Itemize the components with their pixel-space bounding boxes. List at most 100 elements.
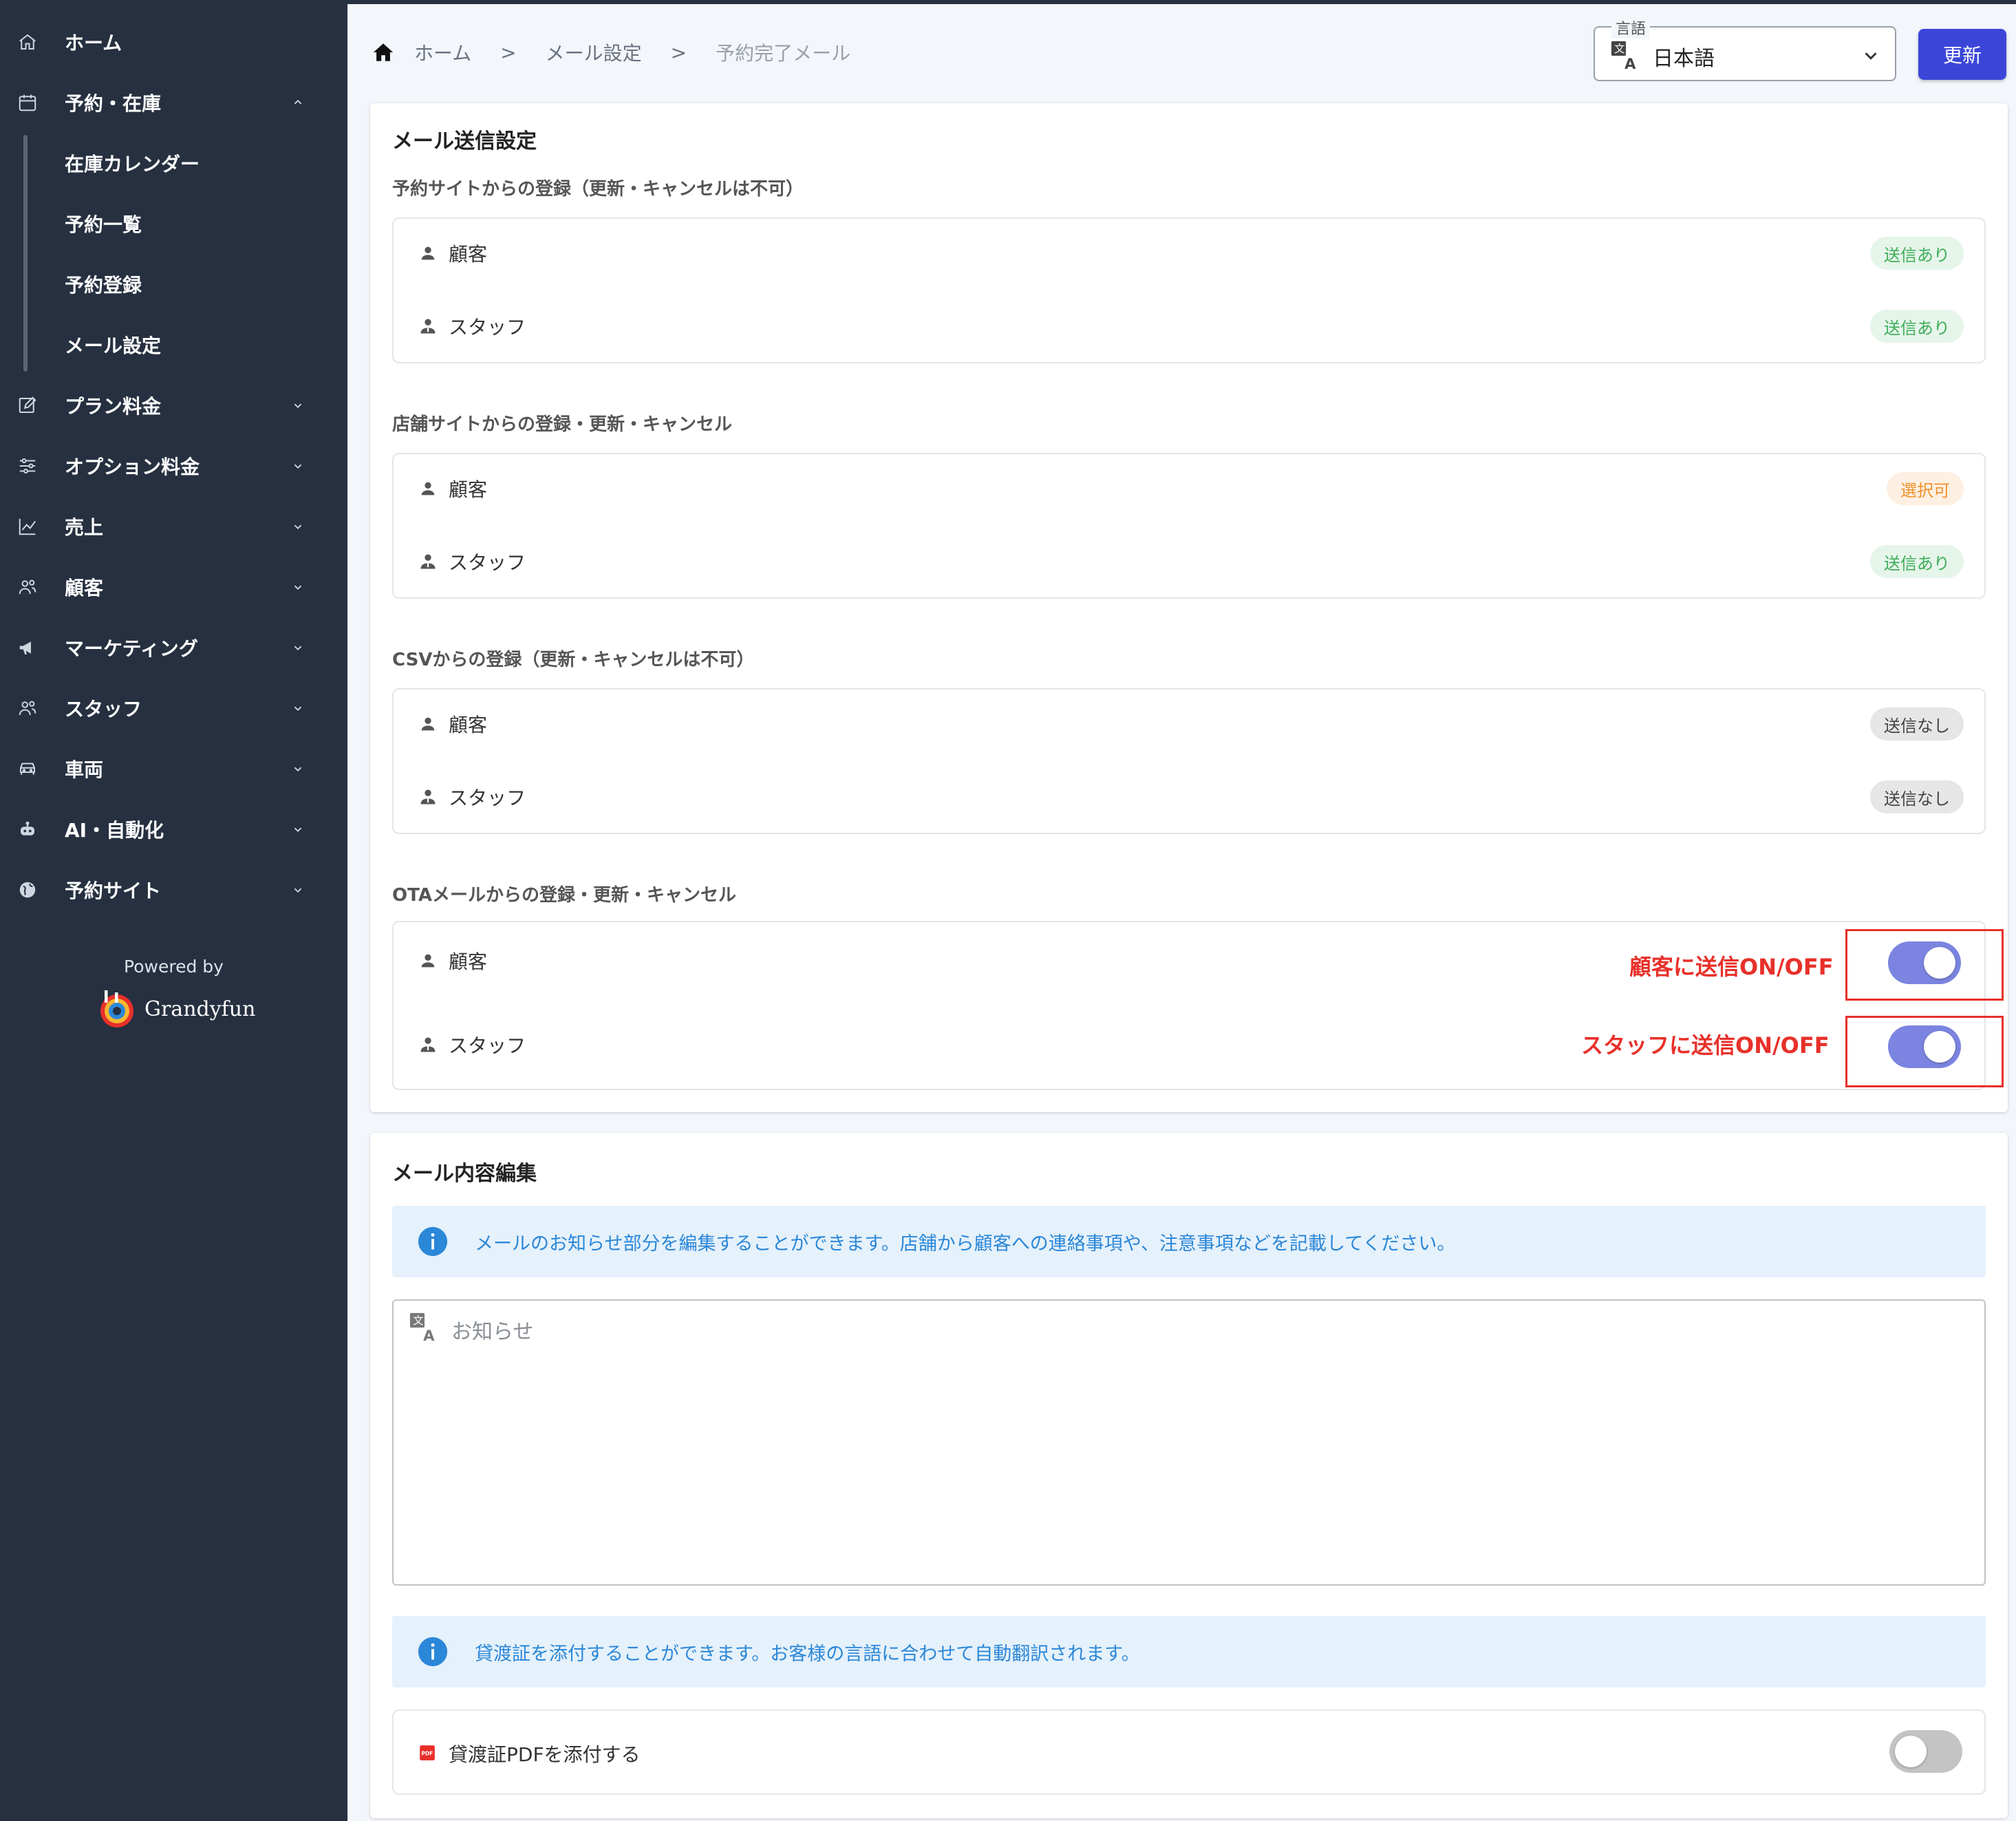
translate-icon: 文 A — [409, 1312, 435, 1343]
recipient-row-staff: スタッフ 送信なし — [394, 776, 1984, 818]
sidebar-subitem-label: メール設定 — [65, 334, 162, 357]
chevron-down-icon — [289, 518, 307, 535]
sidebar-item-option-pricing[interactable]: オプション料金 — [0, 442, 347, 490]
top-border — [347, 0, 2016, 4]
language-select[interactable]: 言語 文 A 日本語 — [1594, 17, 1896, 81]
chevron-down-icon — [289, 820, 307, 838]
attach-pdf-label: 貸渡証PDFを添付する — [449, 1743, 641, 1766]
sidebar-item-sales[interactable]: 売上 — [0, 502, 347, 551]
svg-text:文: 文 — [413, 1314, 423, 1327]
language-legend: 言語 — [1611, 17, 1651, 39]
info-alert: 貸渡証を添付することができます。お客様の言語に合わせて自動翻訳されます。 — [392, 1616, 1986, 1687]
staff-icon — [420, 789, 436, 805]
chevron-down-icon — [289, 881, 307, 899]
sidebar-item-label: マーケティング — [65, 637, 198, 660]
person-icon — [421, 246, 435, 260]
recipient-label: 顧客 — [449, 714, 488, 736]
recipient-label: 顧客 — [449, 950, 488, 973]
sidebar-item-ai-automation[interactable]: AI・自動化 — [0, 805, 347, 853]
chevron-down-icon — [1865, 52, 1877, 60]
edit-icon — [17, 394, 39, 416]
update-button[interactable]: 更新 — [1918, 29, 2006, 80]
sidebar-item-label: 顧客 — [65, 577, 104, 599]
status-badge: 送信あり — [1870, 310, 1964, 343]
group-box: 顧客 送信なし スタッフ 送信なし — [392, 688, 1986, 834]
sidebar-item-plan-pricing[interactable]: プラン料金 — [0, 381, 347, 429]
sidebar-subitem-inventory-calendar[interactable]: 在庫カレンダー — [0, 139, 347, 187]
brand-name: Grandyfun — [144, 997, 256, 1021]
staff-icon — [420, 1037, 436, 1052]
status-badge: 送信あり — [1870, 237, 1964, 270]
sidebar-item-staff[interactable]: スタッフ — [0, 684, 347, 732]
breadcrumb-separator: > — [500, 41, 517, 64]
home-icon — [17, 31, 39, 53]
recipient-row-staff: スタッフ 送信あり — [394, 306, 1984, 347]
group-title: 予約サイトからの登録（更新・キャンセルは不可） — [392, 179, 804, 200]
status-badge: 選択可 — [1887, 472, 1964, 505]
recipient-label: スタッフ — [449, 1034, 526, 1057]
svg-text:A: A — [1624, 55, 1636, 72]
notice-textarea[interactable]: 文 A お知らせ — [392, 1299, 1986, 1586]
brand-logo: Grandyfun — [96, 988, 255, 1030]
chevron-down-icon — [289, 760, 307, 778]
sidebar-subitem-label: 予約一覧 — [65, 213, 142, 236]
status-badge: 送信なし — [1870, 780, 1964, 813]
chevron-down-icon — [289, 699, 307, 717]
group-title: 店舗サイトからの登録・更新・キャンセル — [392, 414, 733, 435]
sidebar-item-customers[interactable]: 顧客 — [0, 563, 347, 611]
sidebar-item-vehicles[interactable]: 車両 — [0, 745, 347, 793]
sidebar-item-label: ホーム — [65, 32, 122, 54]
sidebar-item-label: プラン料金 — [65, 395, 162, 418]
person-icon — [421, 482, 435, 496]
recipient-row-customer: 顧客 送信なし — [394, 703, 1984, 745]
sidebar-subitem-reservation-list[interactable]: 予約一覧 — [0, 200, 347, 248]
grandyfun-logo-icon — [100, 990, 133, 1027]
sidebar-item-marketing[interactable]: マーケティング — [0, 624, 347, 672]
breadcrumb-separator: > — [670, 41, 687, 64]
recipient-label: 顧客 — [449, 243, 488, 266]
annotation-customer-toggle: 顧客に送信ON/OFF — [1629, 954, 1834, 980]
toggle-knob — [1924, 947, 1955, 979]
svg-text:A: A — [423, 1327, 435, 1343]
sidebar-item-booking-site[interactable]: 予約サイト — [0, 866, 347, 914]
home-icon[interactable] — [372, 40, 396, 65]
person-icon — [421, 717, 435, 731]
pdf-icon: PDF — [420, 1745, 435, 1760]
chevron-down-icon — [289, 639, 307, 657]
chevron-down-icon — [289, 578, 307, 596]
recipient-label: スタッフ — [449, 551, 526, 574]
attach-pdf-toggle[interactable] — [1889, 1730, 1962, 1773]
people-icon — [17, 576, 39, 598]
globe-icon — [17, 879, 39, 901]
sidebar-item-home[interactable]: ホーム — [0, 18, 347, 66]
group-title: OTAメールからの登録・更新・キャンセル — [392, 885, 736, 906]
sidebar-subitem-reservation-register[interactable]: 予約登録 — [0, 260, 347, 308]
recipient-label: 顧客 — [449, 478, 488, 501]
breadcrumb-home[interactable]: ホーム — [414, 39, 471, 66]
megaphone-icon — [17, 637, 39, 659]
sidebar-subitem-mail-settings[interactable]: メール設定 — [0, 321, 347, 369]
annotation-staff-toggle: スタッフに送信ON/OFF — [1581, 1032, 1830, 1058]
svg-text:文: 文 — [1614, 43, 1624, 55]
sidebar-item-reservations[interactable]: 予約・在庫 — [0, 78, 347, 127]
info-text: メールのお知らせ部分を編集することができます。店舗から顧客への連絡事項や、注意事… — [475, 1233, 1456, 1255]
sidebar-item-label: 車両 — [65, 758, 104, 781]
sidebar-subitem-label: 予約登録 — [65, 274, 142, 297]
chevron-down-icon — [289, 457, 307, 475]
breadcrumb-current: 予約完了メール — [716, 42, 851, 65]
status-badge: 送信あり — [1870, 545, 1964, 578]
ota-staff-toggle[interactable] — [1888, 1025, 1961, 1068]
group-title: CSVからの登録（更新・キャンセルは不可） — [392, 650, 755, 670]
ota-customer-toggle[interactable] — [1888, 941, 1961, 984]
chevron-down-icon — [289, 396, 307, 414]
toggle-knob — [1895, 1736, 1927, 1767]
breadcrumb-mail-settings[interactable]: メール設定 — [546, 39, 642, 66]
sidebar-item-label: 売上 — [65, 516, 104, 539]
sidebar-item-label: 予約サイト — [65, 880, 162, 902]
notice-placeholder: お知らせ — [451, 1320, 534, 1344]
breadcrumb: ホーム > メール設定 > 予約完了メール — [372, 39, 850, 66]
sidebar-item-label: 予約・在庫 — [65, 92, 162, 115]
mail-content-edit-card: メール内容編集 メールのお知らせ部分を編集することができます。店舗から顧客への連… — [370, 1133, 2008, 1818]
card-title: メール送信設定 — [392, 129, 537, 153]
recipient-row-staff: スタッフ 送信あり — [394, 541, 1984, 582]
